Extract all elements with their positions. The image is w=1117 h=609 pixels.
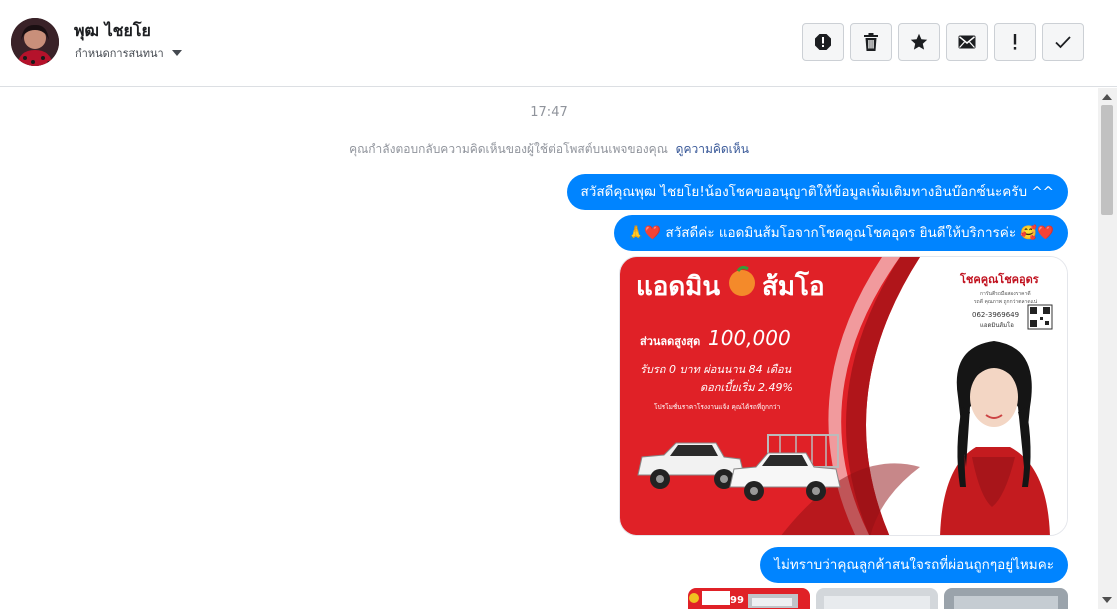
promo-phone: 062-3969649 bbox=[972, 311, 1019, 319]
pomelo-icon bbox=[729, 270, 755, 296]
conversation-options[interactable]: กำหนดการสนทนา bbox=[75, 44, 182, 62]
caret-down-icon bbox=[171, 50, 182, 56]
reply-context: คุณกำลังตอบกลับความคิดเห็นของผู้ใช้ต่อโพ… bbox=[0, 140, 1098, 159]
thumbnail-badge: 99 bbox=[730, 595, 744, 606]
avatar-image bbox=[11, 18, 59, 66]
message-bubble[interactable]: 🙏❤️ สวัสดีค่ะ แอดมินส้มโอจากโชคคูณโชคอุด… bbox=[613, 215, 1068, 251]
message-timestamp: 17:47 bbox=[530, 105, 568, 120]
promo-brand-sub-2: รถดี คุณภาพ ถูกกว่าตลาดแน่ bbox=[974, 298, 1038, 305]
promo-brand-sub: การันตีรถมือสองราคาดี bbox=[980, 290, 1031, 297]
check-icon bbox=[1055, 36, 1071, 49]
mark-unread-button[interactable] bbox=[946, 23, 988, 61]
reply-context-text: คุณกำลังตอบกลับความคิดเห็นของผู้ใช้ต่อโพ… bbox=[349, 142, 668, 156]
thumbnail-2-art bbox=[816, 588, 938, 609]
contact-name[interactable]: พุฒ ไชยโย bbox=[74, 19, 151, 44]
thumbnail-3[interactable] bbox=[944, 588, 1068, 609]
avatar[interactable] bbox=[11, 18, 59, 66]
promo-headline-right: ส้มโอ bbox=[762, 270, 825, 302]
trash-icon bbox=[864, 33, 878, 51]
thread-scrollbar[interactable] bbox=[1098, 88, 1117, 609]
conversation-options-label: กำหนดการสนทนา bbox=[75, 47, 164, 60]
scroll-up-arrow-icon[interactable] bbox=[1102, 94, 1112, 100]
conversation-header: พุฒ ไชยโย กำหนดการสนทนา bbox=[0, 0, 1117, 87]
star-button[interactable] bbox=[898, 23, 940, 61]
message-thread[interactable]: 17:47 คุณกำลังตอบกลับความคิดเห็นของผู้ใช… bbox=[0, 88, 1098, 609]
thumbnail-2[interactable] bbox=[816, 588, 938, 609]
qr-code-icon bbox=[1027, 304, 1053, 330]
promo-line-2: รับรถ 0 บาท ผ่อนนาน 84 เดือน bbox=[640, 363, 792, 376]
envelope-icon bbox=[958, 35, 976, 49]
promo-admin: แอดมินส้มโอ bbox=[980, 321, 1014, 329]
promo-headline-left: แอดมิน bbox=[636, 272, 720, 302]
scroll-down-arrow-icon[interactable] bbox=[1102, 597, 1112, 603]
promo-line-3: ดอกเบี้ยเริ่ม 2.49% bbox=[700, 379, 793, 394]
promo-line-4: โปรโมชั่นราคาโรงงานแจ้ง คุณได้รถที่ถูกกว… bbox=[654, 402, 781, 411]
image-thumbnails: 99 bbox=[688, 588, 1068, 609]
message-bubble[interactable]: สวัสดีคุณพุฒ ไชยโย!น้องโชคขออนุญาติให้ข้… bbox=[566, 174, 1068, 210]
thumbnail-3-art bbox=[944, 588, 1068, 609]
promo-discount-value: 100,000 bbox=[708, 326, 791, 350]
message-bubble[interactable]: ไม่ทราบว่าคุณลูกค้าสนใจรถที่ผ่อนถูกๆอยู่… bbox=[760, 547, 1068, 583]
exclamation-icon bbox=[1013, 34, 1017, 50]
thumbnail-1-art: 99 bbox=[688, 588, 810, 609]
promo-image-art: แอดมิน ส้มโอ ส่วนลดสูงสุด 100,000 รับรถ … bbox=[620, 257, 1067, 535]
scrollbar-thumb[interactable] bbox=[1101, 105, 1113, 215]
thumbnail-1[interactable]: 99 bbox=[688, 588, 810, 609]
report-button[interactable] bbox=[802, 23, 844, 61]
promo-brand: โชคคูณโชคอุดร bbox=[959, 272, 1039, 287]
alert-circle-icon bbox=[815, 34, 831, 50]
promo-discount-label: ส่วนลดสูงสุด bbox=[640, 335, 700, 349]
star-icon bbox=[910, 33, 928, 50]
spam-button[interactable] bbox=[994, 23, 1036, 61]
delete-button[interactable] bbox=[850, 23, 892, 61]
done-button[interactable] bbox=[1042, 23, 1084, 61]
promo-image[interactable]: แอดมิน ส้มโอ ส่วนลดสูงสุด 100,000 รับรถ … bbox=[619, 256, 1068, 536]
view-comment-link[interactable]: ดูความคิดเห็น bbox=[676, 142, 749, 156]
